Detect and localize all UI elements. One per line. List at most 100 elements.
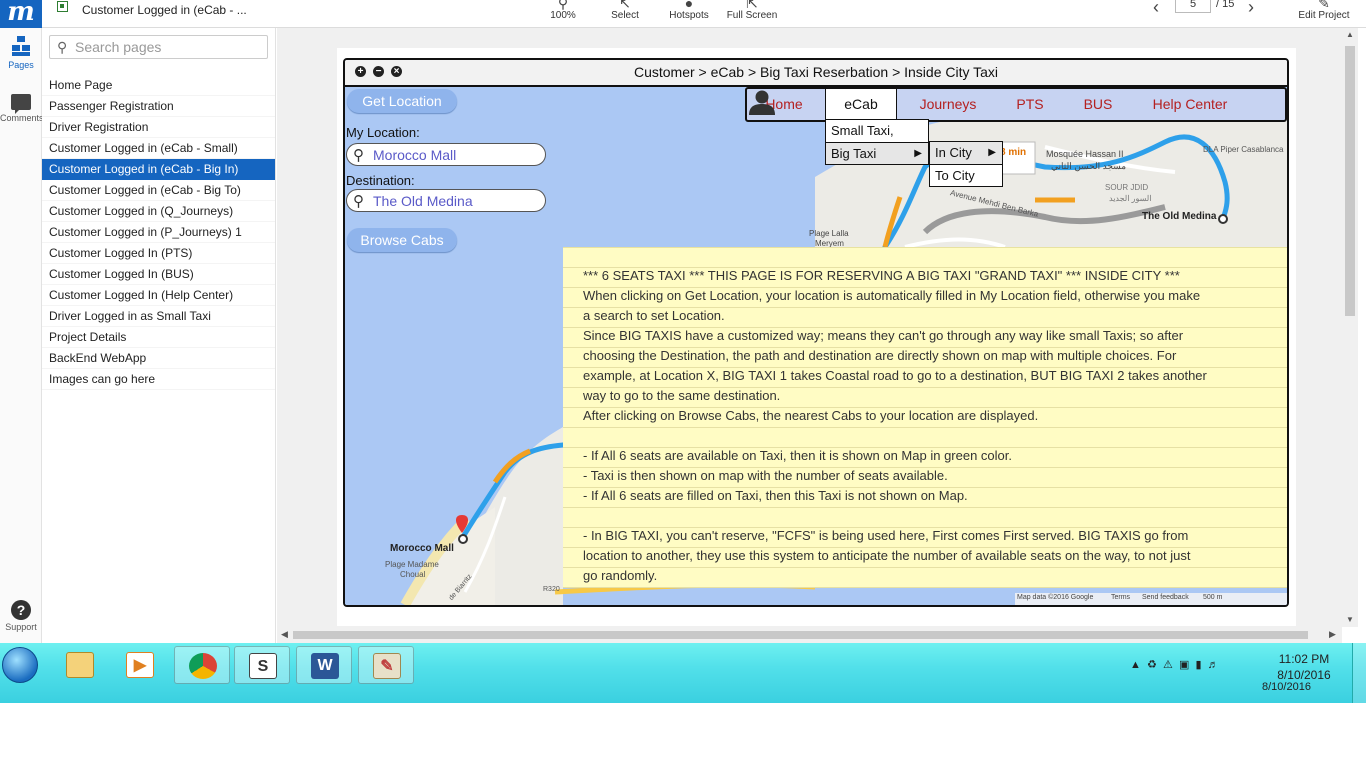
note-line: a search to set Location. — [583, 308, 725, 323]
page-list-item[interactable]: Customer Logged in (eCab - Big In) — [42, 159, 275, 180]
my-location-label: My Location: — [346, 125, 420, 140]
taskbar-paint[interactable]: ✎ — [358, 646, 414, 684]
pages-panel: ⚲ Home PagePassenger RegistrationDriver … — [42, 28, 276, 643]
note-line: Since BIG TAXIS have a customized way; m… — [583, 328, 1184, 343]
search-box[interactable]: ⚲ — [49, 35, 268, 59]
scroll-down-icon[interactable]: ▼ — [1346, 615, 1354, 624]
note-line: After clicking on Browse Cabs, the neare… — [583, 408, 1039, 423]
zoom-button[interactable]: ⚲ 100% — [546, 0, 580, 28]
in-city-label: In City — [935, 145, 972, 160]
rail-pages-label: Pages — [8, 60, 34, 70]
page-list-item[interactable]: Customer Logged In (Help Center) — [42, 285, 275, 306]
map-footer-feedback[interactable]: Send feedback — [1142, 594, 1189, 601]
taskbar-media-player[interactable]: ▶ — [112, 646, 168, 684]
nav-help-center[interactable]: Help Center — [1139, 89, 1241, 120]
page-list-item[interactable]: Driver Registration — [42, 117, 275, 138]
pages-icon — [10, 36, 32, 58]
destination-field[interactable]: ⚲ The Old Medina — [346, 189, 546, 212]
note-line: choosing the Destination, the path and d… — [583, 348, 1177, 363]
map-label-sour-jdid: SOUR JDID — [1105, 183, 1149, 192]
scroll-thumb[interactable] — [1345, 46, 1355, 316]
big-taxi-label: Big Taxi — [831, 146, 877, 161]
annotation-note: *** 6 SEATS TAXI *** THIS PAGE IS FOR RE… — [563, 247, 1287, 588]
menu-item-in-city[interactable]: In City ▶ — [930, 142, 1002, 164]
map-label-sour-jdid-ar: السور الجديد — [1109, 194, 1152, 203]
menu-item-to-city[interactable]: To City — [930, 164, 1002, 186]
page-list-item[interactable]: Customer Logged in (eCab - Big To) — [42, 180, 275, 201]
nav-ecab[interactable]: eCab — [825, 89, 897, 122]
page-list-item[interactable]: Customer Logged In (BUS) — [42, 264, 275, 285]
comments-icon — [11, 94, 31, 114]
search-input[interactable] — [75, 39, 260, 55]
start-button-icon[interactable] — [2, 647, 38, 683]
show-desktop-button[interactable] — [1352, 643, 1366, 703]
my-location-value: Morocco Mall — [373, 147, 457, 163]
my-location-field[interactable]: ⚲ Morocco Mall — [346, 143, 546, 166]
map-label-morocco-mall: Morocco Mall — [390, 543, 454, 554]
big-taxi-submenu: In City ▶ To City — [929, 141, 1003, 187]
minimize-icon[interactable]: − — [373, 66, 384, 77]
menu-item-small-taxi[interactable]: Small Taxi, — [826, 120, 928, 142]
search-icon: ⚲ — [57, 39, 68, 55]
document-title: Customer Logged in (eCab - ... — [82, 3, 247, 17]
rail-pages[interactable]: Pages — [0, 36, 42, 70]
app-logo[interactable]: m — [0, 0, 42, 28]
edit-project-button[interactable]: ✎ Edit Project — [1292, 0, 1356, 28]
maximize-icon[interactable]: + — [355, 66, 366, 77]
horizontal-scrollbar[interactable]: ◀ ▶ — [277, 627, 1342, 643]
nav-pts[interactable]: PTS — [999, 89, 1061, 120]
taskbar-word[interactable]: W — [296, 646, 352, 684]
scroll-up-icon[interactable]: ▲ — [1346, 30, 1354, 39]
page-list-item[interactable]: Home Page — [42, 75, 275, 96]
map-label-mosquee: Mosquée Hassan II — [1046, 149, 1124, 159]
page-list-item[interactable]: Images can go here — [42, 369, 275, 390]
map-footer-terms[interactable]: Terms — [1111, 594, 1130, 601]
nav-bus[interactable]: BUS — [1069, 89, 1127, 120]
taskbar-explorer[interactable] — [52, 646, 108, 684]
fullscreen-button[interactable]: ⇱ Full Screen — [724, 0, 780, 28]
vertical-scrollbar[interactable]: ▲ ▼ — [1342, 28, 1358, 627]
mockup-titlebar: Customer > eCab > Big Taxi Reserbation >… — [345, 60, 1287, 87]
hscroll-thumb[interactable] — [293, 631, 1308, 639]
hotspot-icon: ● — [684, 0, 694, 10]
get-location-button[interactable]: Get Location — [347, 89, 457, 113]
media-player-icon: ▶ — [126, 652, 154, 678]
slack-icon: S — [249, 653, 277, 679]
page-list-item[interactable]: Driver Logged in as Small Taxi — [42, 306, 275, 327]
hotspots-button[interactable]: ● Hotspots — [665, 0, 713, 28]
page-list-item[interactable]: Customer Logged In (PTS) — [42, 243, 275, 264]
map-label-plage-madame-2: Choual — [400, 570, 426, 579]
fullscreen-label: Full Screen — [726, 10, 778, 21]
system-tray[interactable]: ▲ ♻ ⚠ ▣ ▮ ♬ — [1130, 658, 1219, 671]
nav-journeys[interactable]: Journeys — [907, 89, 989, 120]
clock-time: 11:02 PM — [1278, 652, 1330, 666]
taskbar-clock[interactable]: 11:02 PM 8/10/2016 — [1268, 651, 1340, 683]
ecab-dropdown: Small Taxi, Big Taxi ▶ — [825, 119, 929, 165]
browse-cabs-button[interactable]: Browse Cabs — [347, 228, 457, 252]
user-avatar-icon[interactable] — [747, 89, 777, 115]
map-view[interactable]: Morocco Mall The Old Medina Mosquée Hass… — [345, 87, 1287, 605]
rail-support[interactable]: ? Support — [0, 600, 42, 632]
left-rail: Pages Comments ? Support — [0, 28, 44, 643]
taskbar-slack[interactable]: S — [234, 646, 290, 684]
taskbar-chrome[interactable] — [174, 646, 230, 684]
page-list-item[interactable]: BackEnd WebApp — [42, 348, 275, 369]
rail-comments[interactable]: Comments — [0, 94, 44, 123]
rail-comments-label: Comments — [0, 113, 44, 123]
next-page-icon[interactable]: › — [1248, 0, 1254, 18]
page-list-item[interactable]: Customer Logged in (Q_Journeys) — [42, 201, 275, 222]
map-footer-data: Map data ©2016 Google — [1017, 594, 1094, 601]
prev-page-icon[interactable]: ‹ — [1153, 0, 1159, 18]
scroll-left-icon[interactable]: ◀ — [281, 629, 288, 640]
page-list-item[interactable]: Customer Logged in (P_Journeys) 1 — [42, 222, 275, 243]
help-icon: ? — [11, 600, 31, 620]
page-list-item[interactable]: Project Details — [42, 327, 275, 348]
note-line: *** 6 SEATS TAXI *** THIS PAGE IS FOR RE… — [583, 268, 1180, 283]
page-list-item[interactable]: Passenger Registration — [42, 96, 275, 117]
close-icon[interactable]: × — [391, 66, 402, 77]
page-list-item[interactable]: Customer Logged in (eCab - Small) — [42, 138, 275, 159]
menu-item-big-taxi[interactable]: Big Taxi ▶ — [826, 142, 928, 164]
page-number-input[interactable]: 5 — [1175, 0, 1211, 13]
select-button[interactable]: ↖ Select — [606, 0, 644, 28]
scroll-right-icon[interactable]: ▶ — [1329, 629, 1336, 640]
